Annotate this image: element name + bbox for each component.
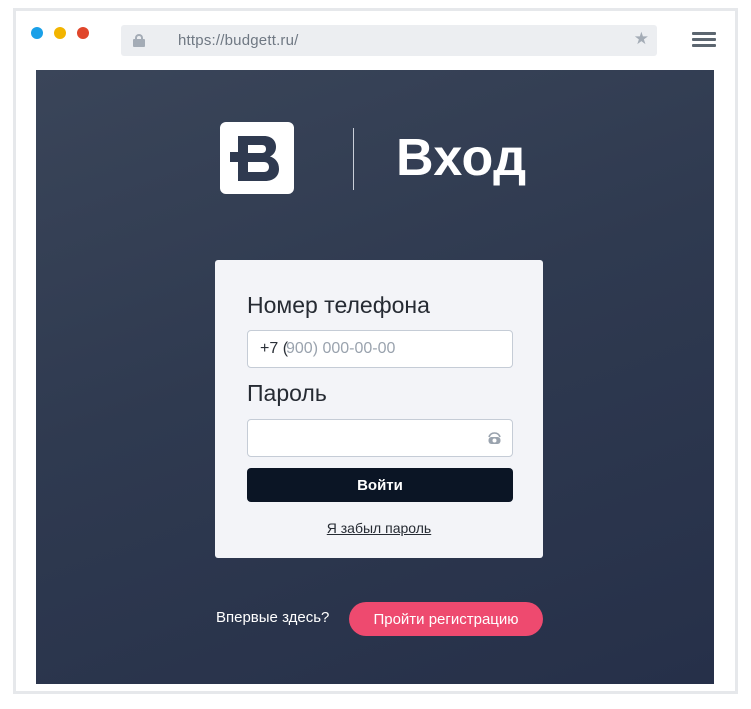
login-card: Номер телефона +7 ( 900) 000-00-00 Парол…	[215, 260, 543, 558]
window-dot-yellow[interactable]	[54, 27, 66, 39]
window-dot-blue[interactable]	[31, 27, 43, 39]
eye-icon[interactable]	[487, 431, 502, 446]
password-input[interactable]	[247, 419, 513, 457]
lock-icon	[133, 34, 145, 47]
phone-placeholder: 900) 000-00-00	[286, 340, 396, 357]
phone-prefix: +7 (	[260, 340, 289, 357]
hamburger-menu-icon[interactable]	[692, 32, 716, 48]
password-label: Пароль	[247, 380, 327, 406]
header-divider	[353, 128, 354, 190]
first-time-text: Впервые здесь?	[216, 609, 330, 626]
url-text[interactable]: https://budgett.ru/	[178, 32, 299, 49]
address-bar[interactable]: https://budgett.ru/ ★	[121, 25, 657, 56]
phone-input[interactable]: +7 ( 900) 000-00-00	[247, 330, 513, 368]
register-button[interactable]: Пройти регистрацию	[349, 602, 543, 636]
phone-label: Номер телефона	[247, 292, 430, 318]
page-viewport: Вход Номер телефона +7 ( 900) 000-00-00 …	[36, 70, 714, 684]
star-icon[interactable]: ★	[634, 30, 649, 47]
window-dot-red[interactable]	[77, 27, 89, 39]
login-button[interactable]: Войти	[247, 468, 513, 502]
forgot-password-link[interactable]: Я забыл пароль	[215, 520, 543, 536]
budgett-logo	[220, 122, 294, 194]
page-title: Вход	[396, 129, 527, 187]
